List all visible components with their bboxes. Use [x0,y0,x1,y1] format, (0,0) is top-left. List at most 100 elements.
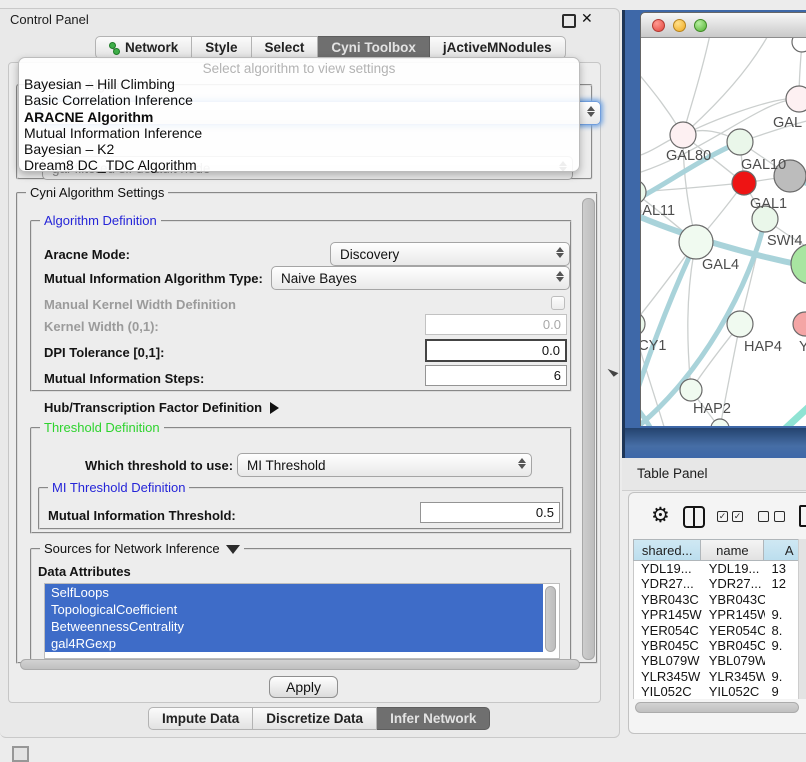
table-row[interactable]: YIL052CYIL052C9 [634,684,806,699]
network-edge[interactable] [683,38,711,135]
tab-infer-network[interactable]: Infer Network [377,707,490,730]
node-label: GAL [773,115,802,131]
which-threshold-value: MI Threshold [247,458,326,473]
mi-algorithm-type-label: Mutual Information Algorithm Type: [44,271,263,286]
table-cell: YIL052C [634,684,702,699]
table-cell: YIL052C [702,684,765,699]
close-traffic-light-icon[interactable] [652,19,665,32]
table-row[interactable]: YLR345WYLR345W9. [634,669,806,684]
hub-definition-label[interactable]: Hub/Transcription Factor Definition [44,400,279,415]
table-row[interactable]: YBR043CYBR043C [634,592,806,607]
table-cell: YPR145W [702,607,765,622]
table-body: YDL19...YDL19...13YDR27...YDR27...12YBR0… [633,561,806,699]
algorithm-option[interactable]: Bayesian – Hill Climbing [19,76,579,92]
network-node-gal[interactable] [786,86,806,112]
algorithm-option[interactable]: Mutual Information Inference [19,125,579,141]
network-node-gal1[interactable] [732,171,756,195]
mi-threshold-label: Mutual Information Threshold: [48,508,236,523]
sources-group-title[interactable]: Sources for Network Inference [40,541,244,556]
settings-vertical-scrollbar[interactable] [582,198,595,660]
tab-style[interactable]: Style [192,36,251,59]
table-vertical-scrollbar[interactable] [798,539,806,699]
settings-horizontal-scrollbar[interactable] [20,659,580,670]
close-icon[interactable]: ✕ [581,10,593,27]
node-label: HAP4 [744,339,782,355]
node-label: GCY1 [641,338,667,354]
checked-checkbox-icon-1[interactable]: ✓ [717,511,728,522]
apply-button[interactable]: Apply [269,676,338,698]
node-table: shared...nameA YDL19...YDL19...13YDR27..… [633,539,806,699]
tab-cyni-toolbox[interactable]: Cyni Toolbox [318,36,430,59]
node-label: GAL1 [750,196,787,212]
manual-kernel-width-checkbox[interactable] [551,296,565,310]
node-label: GAL80 [666,148,711,164]
tab-jactivemnodules[interactable]: jActiveMNodules [430,36,566,59]
float-panel-icon[interactable] [562,14,576,28]
tab-impute-data[interactable]: Impute Data [148,707,253,730]
network-node-gal4[interactable] [679,225,713,259]
algorithm-option[interactable]: Basic Correlation Inference [19,92,579,108]
document-icon[interactable] [799,505,806,527]
attribute-list-item[interactable]: gal4RGexp [45,635,543,652]
column-header[interactable]: name [701,539,764,561]
kernel-width-field[interactable]: 0.0 [425,314,567,335]
column-header[interactable]: shared... [633,539,701,561]
table-settings-button[interactable]: ⚙ [651,506,670,527]
table-horizontal-scrollbar[interactable] [635,702,799,713]
table-row[interactable]: YPR145WYPR145W9. [634,607,806,622]
algorithm-option[interactable]: ARACNE Algorithm [19,109,579,125]
network-edge[interactable] [759,368,806,426]
network-node-gal80[interactable] [670,122,696,148]
mi-steps-field[interactable]: 6 [425,365,567,386]
table-row[interactable]: YBL079WYBL079W [634,653,806,668]
network-window-shadow [625,428,806,458]
algorithm-option[interactable]: Dream8 DC_TDC Algorithm [19,157,579,173]
network-view-panel: GALGAL80GAL10GAL1GAL11SWI4GAL4GCY1HAP4YH… [622,10,806,458]
table-row[interactable]: YBR045CYBR045C9. [634,638,806,653]
unchecked-checkbox-icon-2[interactable] [774,511,785,522]
table-row[interactable]: YDR27...YDR27...12 [634,576,806,591]
tab-network[interactable]: Network [95,36,192,59]
attribute-list-item[interactable]: BetweennessCentrality [45,618,543,635]
table-cell: YER054C [634,623,702,638]
table-panel-titlebar: Table Panel [622,458,806,491]
table-row[interactable]: YDL19...YDL19...13 [634,561,806,576]
which-threshold-label: Which threshold to use: [85,458,233,473]
network-node-gal10[interactable] [727,129,753,155]
attribute-list-item[interactable]: SelfLoops [45,584,543,601]
algorithm-option[interactable]: Bayesian – K2 [19,141,579,157]
network-node-y[interactable] [793,312,806,336]
node-label: GAL4 [702,257,739,273]
expand-right-icon [270,402,279,414]
mi-threshold-field[interactable]: 0.5 [420,502,560,523]
kernel-width-label: Kernel Width (0,1): [44,319,159,334]
checked-checkbox-icon-2[interactable]: ✓ [732,511,743,522]
column-layout-button[interactable] [683,506,705,528]
tab-select[interactable]: Select [252,36,319,59]
column-divider-icon [693,508,696,526]
network-node-hap2[interactable] [680,379,702,401]
aracne-mode-combo[interactable]: Discovery [330,242,570,266]
minimize-traffic-light-icon[interactable] [673,19,686,32]
data-attributes-list[interactable]: SelfLoopsTopologicalCoefficientBetweenne… [44,583,560,659]
zoom-traffic-light-icon[interactable] [694,19,707,32]
dock-panel-icon[interactable] [12,746,29,762]
network-window-titlebar [641,13,806,38]
mi-steps-label: Mutual Information Steps: [44,371,204,386]
attributes-list-scrollbar[interactable] [545,586,556,652]
dpi-tolerance-field[interactable]: 0.0 [425,339,567,362]
network-node[interactable] [792,38,806,52]
network-node-gcy1[interactable] [641,312,645,336]
table-row[interactable]: YER054CYER054C8. [634,623,806,638]
attribute-list-item[interactable]: TopologicalCoefficient [45,601,543,618]
network-canvas[interactable]: GALGAL80GAL10GAL1GAL11SWI4GAL4GCY1HAP4YH… [641,38,806,426]
mi-threshold-group-title: MI Threshold Definition [48,480,189,495]
network-node[interactable] [791,244,806,284]
unchecked-checkbox-icon-1[interactable] [758,511,769,522]
bottom-tabs: Impute DataDiscretize DataInfer Network [148,707,490,730]
mi-algorithm-type-combo[interactable]: Naive Bayes [271,266,570,290]
data-attributes-label: Data Attributes [38,564,131,579]
which-threshold-combo[interactable]: MI Threshold [237,453,532,477]
tab-discretize-data[interactable]: Discretize Data [253,707,377,730]
network-node-hap4[interactable] [727,311,753,337]
